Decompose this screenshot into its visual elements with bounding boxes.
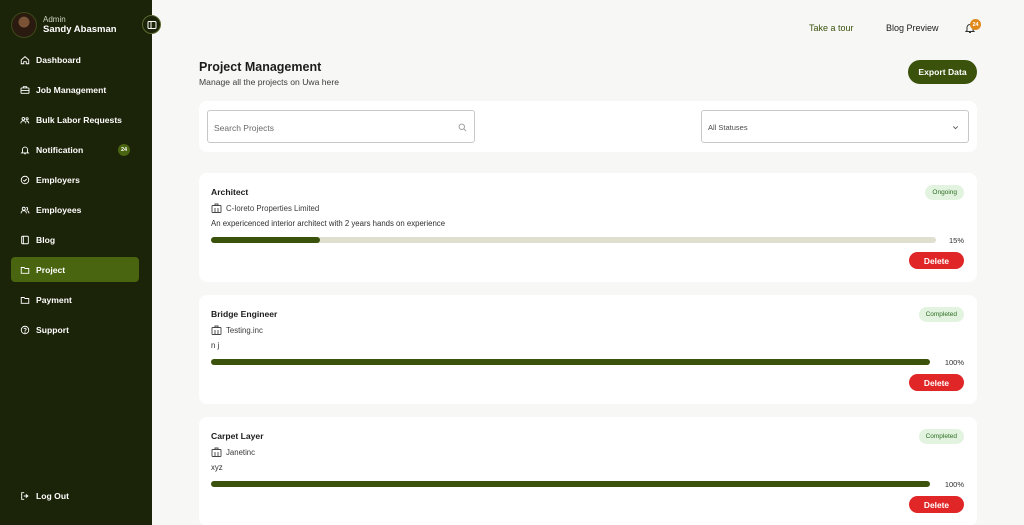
user-name: Sandy Abasman (43, 24, 117, 36)
check-circle-icon (20, 175, 30, 184)
sidebar-item-employees[interactable]: Employees (11, 197, 139, 222)
progress-percent: 15% (948, 236, 964, 245)
status-filter-value: All Statuses (708, 123, 748, 132)
delete-button[interactable]: Delete (909, 252, 964, 269)
folder-icon (20, 296, 30, 304)
sidebar-item-job-management[interactable]: Job Management (11, 77, 139, 102)
sidebar-collapse-button[interactable] (142, 15, 161, 34)
project-title: Carpet Layer (211, 431, 264, 441)
project-title: Bridge Engineer (211, 309, 278, 319)
search-placeholder: Search Projects (214, 123, 274, 133)
export-data-button[interactable]: Export Data (908, 60, 977, 84)
header-notification-badge: 24 (970, 19, 981, 30)
sidebar-item-employers[interactable]: Employers (11, 167, 139, 192)
progress-fill (211, 237, 320, 243)
status-badge: Completed (918, 429, 964, 444)
sidebar-item-label: Payment (36, 294, 72, 305)
sidebar-item-label: Notification (36, 144, 84, 155)
project-company: Testing.inc (211, 325, 263, 335)
logout-button[interactable]: Log Out (11, 483, 139, 508)
building-icon (211, 203, 222, 213)
project-description: xyz (211, 463, 223, 472)
page-title: Project Management (199, 60, 322, 74)
sidebar-item-payment[interactable]: Payment (11, 287, 139, 312)
sidebar-item-label: Bulk Labor Requests (36, 114, 122, 125)
sidebar-item-label: Employers (36, 174, 80, 185)
logout-icon (21, 491, 29, 500)
sidebar-item-project[interactable]: Project (11, 257, 139, 282)
book-icon (21, 235, 29, 244)
users-icon (20, 206, 30, 213)
help-circle-icon (20, 325, 30, 334)
progress-percent: 100% (944, 480, 964, 489)
status-badge: Ongoing (925, 185, 964, 200)
user-role: Admin (43, 14, 66, 24)
take-tour-link[interactable]: Take a tour (809, 23, 854, 33)
company-name: C-Ioreto Properties Limited (226, 203, 320, 213)
project-company: Janetinc (211, 447, 255, 457)
project-description: An expericenced interior architect with … (211, 219, 446, 228)
progress-fill (211, 359, 930, 365)
project-card: Carpet Layer Janetinc xyz Completed 100%… (199, 417, 977, 525)
chevron-down-icon (952, 126, 959, 130)
building-icon (211, 447, 222, 457)
user-profile[interactable]: Admin Sandy Abasman (11, 12, 117, 38)
project-title: Architect (211, 187, 249, 197)
sidebar-item-dashboard[interactable]: Dashboard (11, 47, 139, 72)
notification-count-badge: 24 (118, 144, 130, 156)
sidebar-item-label: Employees (36, 204, 82, 215)
building-icon (211, 325, 222, 335)
progress-bar (211, 237, 936, 243)
users-group-icon (20, 116, 30, 123)
sidebar-toggle-icon (147, 20, 156, 29)
avatar (11, 12, 37, 38)
search-input[interactable]: Search Projects (207, 110, 475, 143)
sidebar: Admin Sandy Abasman Dashboard Job Manage… (0, 0, 152, 525)
blog-preview-link[interactable]: Blog Preview (886, 23, 939, 33)
sidebar-item-label: Support (36, 324, 69, 335)
logout-label: Log Out (36, 490, 69, 501)
project-card: Bridge Engineer Testing.inc n j Complete… (199, 295, 977, 404)
sidebar-item-support[interactable]: Support (11, 317, 139, 342)
status-badge: Completed (918, 307, 964, 322)
delete-button[interactable]: Delete (909, 496, 964, 513)
logout-section: Log Out (11, 483, 139, 513)
company-name: Testing.inc (226, 325, 263, 335)
project-company: C-Ioreto Properties Limited (211, 203, 319, 213)
sidebar-item-notification[interactable]: Notification 24 (11, 137, 139, 162)
company-name: Janetinc (226, 447, 256, 457)
sidebar-item-label: Project (36, 264, 66, 275)
sidebar-item-label: Dashboard (36, 54, 81, 65)
progress-fill (211, 481, 930, 487)
sidebar-item-label: Job Management (36, 84, 107, 95)
briefcase-icon (20, 85, 30, 94)
folder-icon (20, 266, 30, 274)
search-icon (458, 123, 467, 132)
page-subtitle: Manage all the projects on Uwa here (199, 77, 339, 87)
home-icon (20, 55, 30, 64)
sidebar-nav: Dashboard Job Management Bulk Labor Requ… (11, 47, 139, 347)
sidebar-item-bulk-labor-requests[interactable]: Bulk Labor Requests (11, 107, 139, 132)
status-filter-select[interactable]: All Statuses (701, 110, 969, 143)
sidebar-item-blog[interactable]: Blog (11, 227, 139, 252)
bell-icon (20, 146, 30, 154)
progress-bar (211, 359, 930, 365)
filter-bar: Search Projects All Statuses (199, 101, 977, 152)
progress-bar (211, 481, 930, 487)
delete-button[interactable]: Delete (909, 374, 964, 391)
project-description: n j (211, 341, 220, 350)
sidebar-item-label: Blog (36, 234, 56, 245)
progress-percent: 100% (944, 358, 964, 367)
project-card: Architect C-Ioreto Properties Limited An… (199, 173, 977, 282)
